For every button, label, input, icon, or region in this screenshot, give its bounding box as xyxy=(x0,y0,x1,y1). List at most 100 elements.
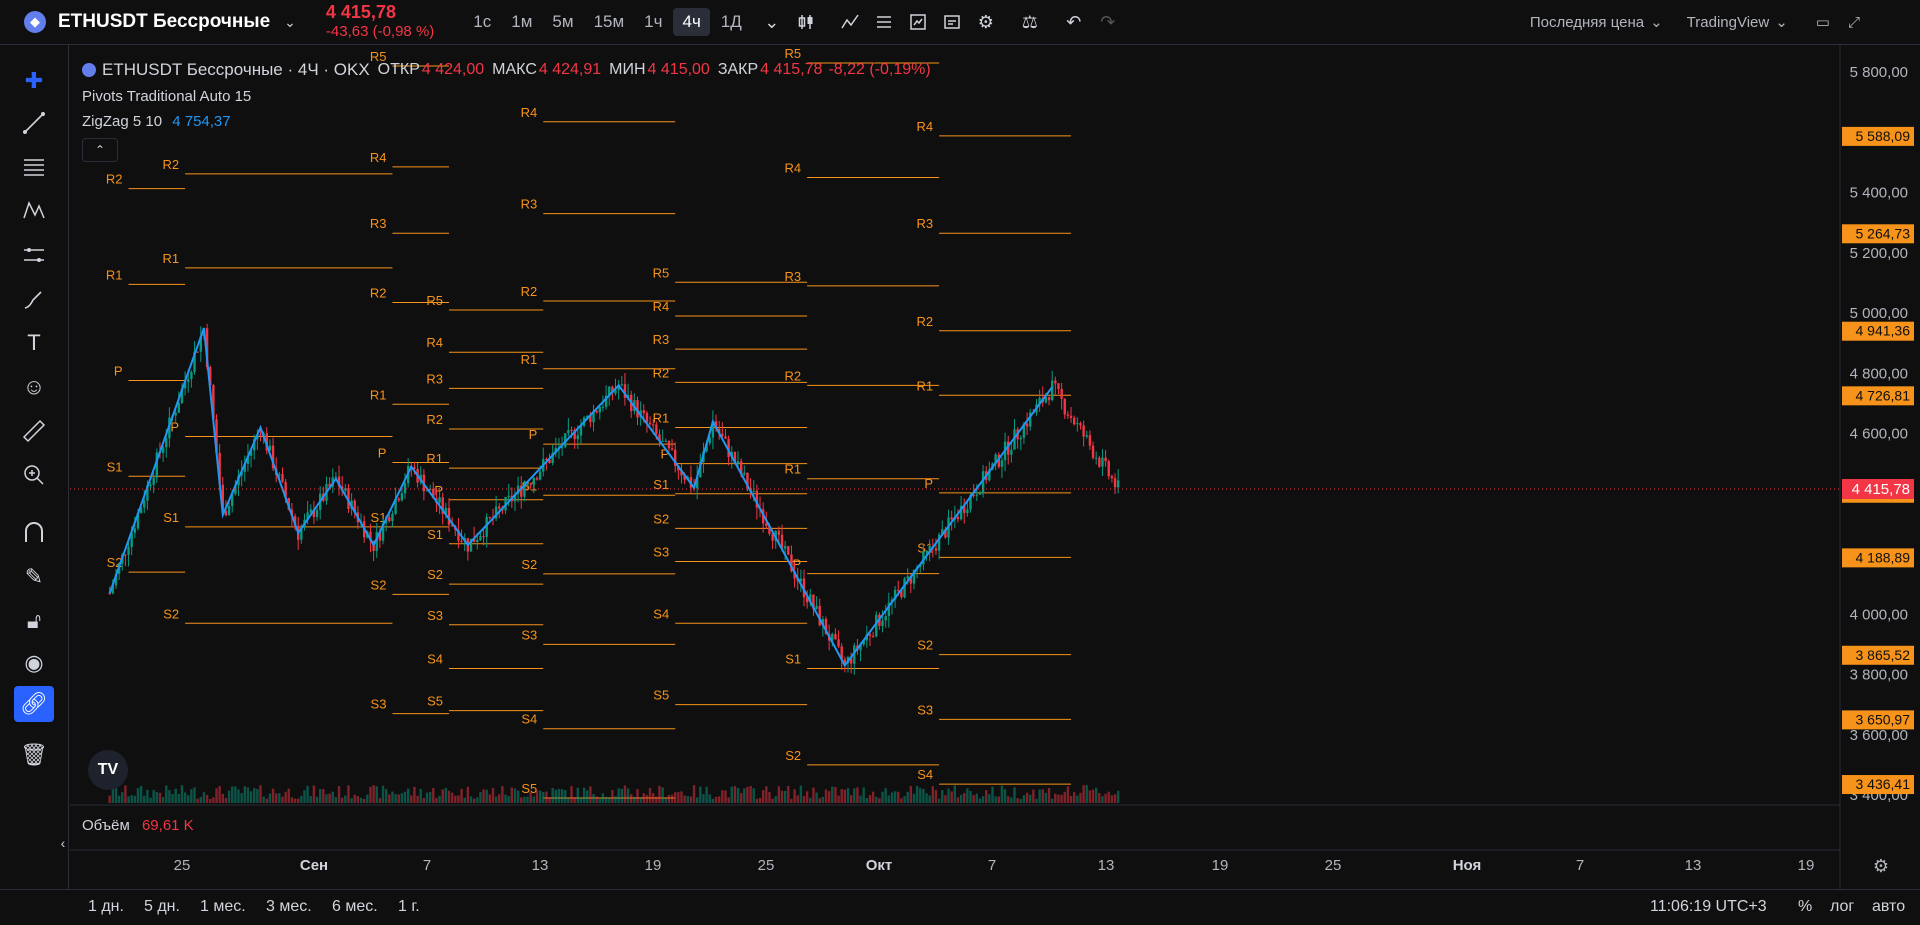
volume-bar xyxy=(652,793,655,803)
volume-bar xyxy=(183,792,187,803)
time-tick: 19 xyxy=(645,857,662,874)
price-label-text: 4 726,81 xyxy=(1856,387,1911,403)
volume-bar xyxy=(275,793,278,803)
candle-body xyxy=(1085,435,1088,437)
price-tick: 4 000,00 xyxy=(1850,606,1908,623)
candle-body xyxy=(1107,461,1110,477)
zigzag-indicator[interactable]: ZigZag 5 10 4 754,37 xyxy=(82,113,931,130)
candle-body xyxy=(1057,383,1060,390)
time-tick: Окт xyxy=(866,857,893,874)
pivot-label-s5: S5 xyxy=(521,781,537,796)
volume-bar xyxy=(231,786,234,803)
volume-bar xyxy=(821,796,825,803)
candle-body xyxy=(400,493,404,501)
volume-bar xyxy=(268,793,272,803)
volume-bar xyxy=(909,785,913,803)
volume-bar xyxy=(969,790,972,803)
volume-bar xyxy=(108,795,111,803)
candle-body xyxy=(783,546,787,549)
volume-bar xyxy=(441,789,444,803)
collapse-legend-button[interactable]: ⌃ xyxy=(82,138,118,162)
volume-bar xyxy=(507,796,510,803)
volume-bar xyxy=(919,788,922,803)
volume-bar xyxy=(937,798,941,803)
range-1d[interactable]: 1 дн. xyxy=(88,898,124,916)
legend-title: ETHUSDT Бессрочные · 4Ч · OKX xyxy=(102,60,370,79)
tradingview-logo[interactable]: TV xyxy=(88,750,128,790)
range-3m[interactable]: 3 мес. xyxy=(266,898,312,916)
candle-body xyxy=(127,547,130,555)
high-value: 4 424,91 xyxy=(538,61,602,78)
candle-body xyxy=(488,516,492,519)
candle-body xyxy=(736,461,740,464)
volume-bar xyxy=(340,797,344,803)
volume-bar xyxy=(350,798,353,803)
volume-bar xyxy=(871,791,875,803)
candle-body xyxy=(978,493,982,495)
volume-bar xyxy=(136,788,140,803)
volume-bar xyxy=(783,790,787,803)
pivot-label-r1: R1 xyxy=(162,251,179,266)
volume-bar xyxy=(146,789,149,803)
volume-bar xyxy=(215,788,218,803)
candle-body xyxy=(1113,478,1117,488)
pivot-label-s3: S3 xyxy=(521,627,537,642)
volume-bar xyxy=(749,785,752,803)
volume-bar xyxy=(934,790,938,803)
volume-bar xyxy=(422,798,426,803)
auto-toggle[interactable]: авто xyxy=(1872,898,1905,916)
pivot-label-p: P xyxy=(924,476,933,491)
volume-bar xyxy=(592,794,595,803)
candle-body xyxy=(529,484,532,486)
time-tick: 13 xyxy=(1685,857,1702,874)
gear-icon[interactable]: ⚙ xyxy=(1873,856,1889,877)
volume-bar xyxy=(564,790,567,803)
candle-body xyxy=(670,448,674,450)
volume-bar xyxy=(793,789,796,803)
candle-body xyxy=(743,472,746,475)
volume-bar xyxy=(956,797,960,803)
volume-bar xyxy=(384,789,388,803)
candle-body xyxy=(196,351,199,353)
volume-bar xyxy=(601,793,605,803)
volume-bar xyxy=(1013,787,1016,803)
pivot-label-s3: S3 xyxy=(917,702,933,717)
volume-bar xyxy=(576,787,580,803)
range-6m[interactable]: 6 мес. xyxy=(332,898,378,916)
pivot-label-r5: R5 xyxy=(653,265,670,280)
volume-bar xyxy=(686,796,689,803)
volume-bar xyxy=(664,798,667,803)
close-label: ЗАКР xyxy=(717,61,759,78)
volume-bar xyxy=(674,792,677,803)
open-label: ОТКР xyxy=(377,61,420,78)
volume-bar xyxy=(161,797,165,803)
clock[interactable]: 11:06:19 UTC+3 xyxy=(1650,898,1767,916)
pivot-label-s2: S2 xyxy=(371,577,387,592)
volume-bar xyxy=(658,785,661,803)
range-1m[interactable]: 1 мес. xyxy=(200,898,246,916)
volume-bar xyxy=(809,797,812,803)
pivots-indicator[interactable]: Pivots Traditional Auto 15 xyxy=(82,88,931,105)
volume-bar xyxy=(259,785,262,803)
volume-bar xyxy=(209,798,212,803)
candle-body xyxy=(388,517,391,522)
volume-bar xyxy=(906,791,909,803)
log-toggle[interactable]: лог xyxy=(1830,898,1854,916)
price-tick: 4 600,00 xyxy=(1850,426,1908,443)
range-1y[interactable]: 1 г. xyxy=(398,898,420,916)
volume-bar xyxy=(284,791,287,803)
candle-body xyxy=(595,410,598,413)
time-tick: 19 xyxy=(1798,857,1815,874)
pivot-label-p: P xyxy=(170,420,179,435)
range-5d[interactable]: 5 дн. xyxy=(144,898,180,916)
volume-bar xyxy=(1041,789,1044,803)
volume-bar xyxy=(510,787,514,803)
candle-body xyxy=(956,516,960,520)
volume-bar xyxy=(812,787,815,803)
candle-body xyxy=(526,484,529,486)
volume-bar xyxy=(862,787,865,803)
percent-toggle[interactable]: % xyxy=(1798,898,1812,916)
time-tick: Ноя xyxy=(1453,857,1482,874)
volume-bar xyxy=(582,787,586,803)
price-label-text: 4 188,89 xyxy=(1856,549,1911,565)
